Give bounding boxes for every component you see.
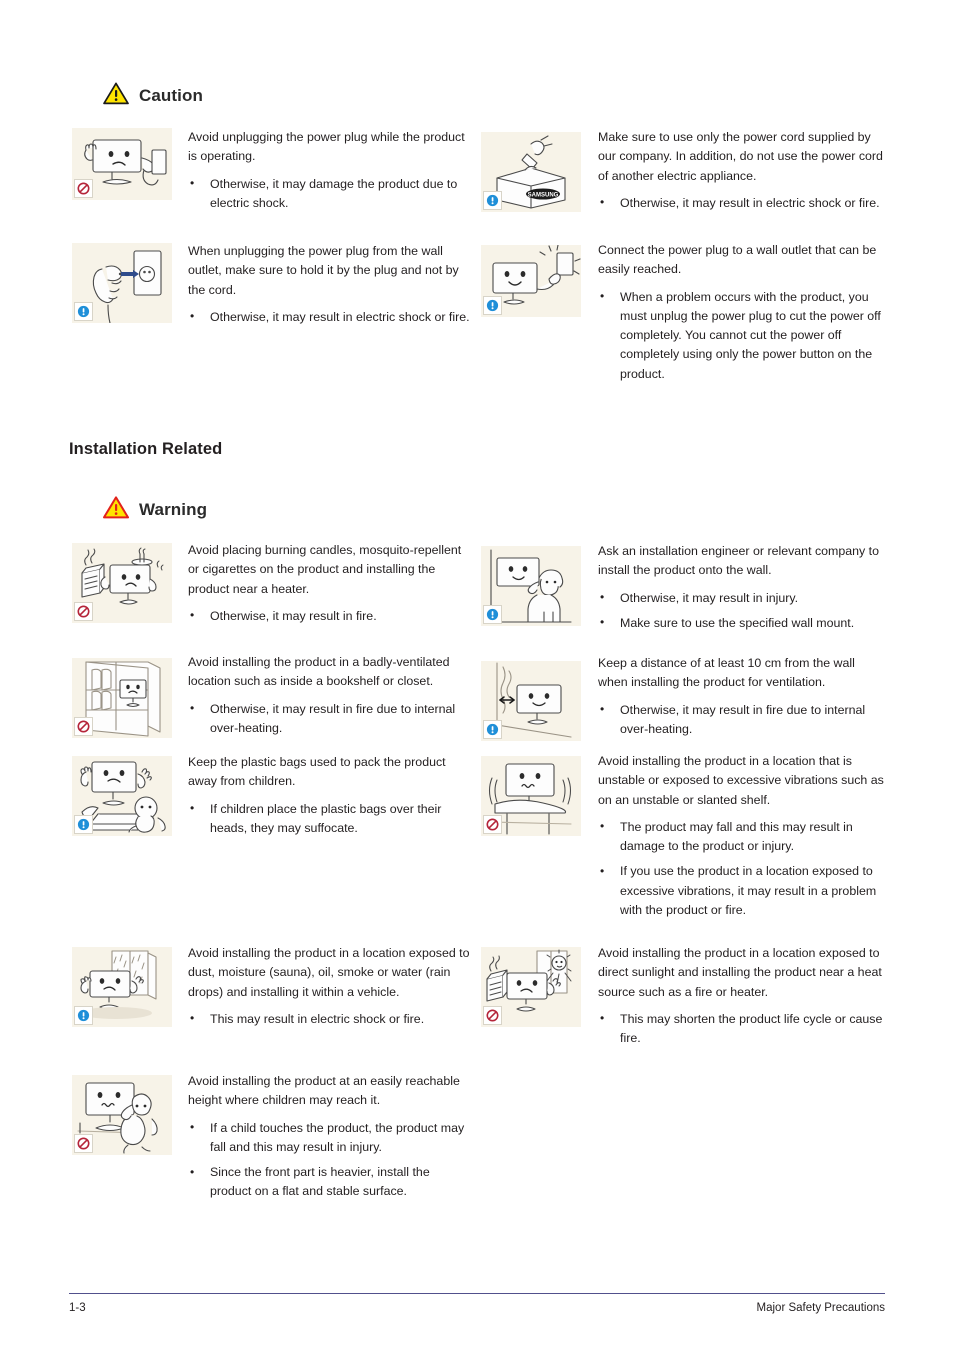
bullet-item: Otherwise, it may damage the product due…	[188, 174, 473, 214]
illustration-child-with-plastic-bags-and-monitor	[72, 756, 172, 836]
caution-heading: Caution	[103, 82, 203, 110]
warning-heading-label: Warning	[139, 500, 208, 519]
entry-text-w1: Avoid placing burning candles, mosquito-…	[188, 541, 473, 626]
illustration-monitor-plug-into-accessible-outlet	[481, 245, 581, 317]
mandatory-info-icon	[483, 720, 502, 739]
bullet-item: Otherwise, it may result in fire due to …	[188, 699, 473, 739]
illustration-monitor-near-rainy-window	[72, 947, 172, 1027]
entry-text-w3: Avoid installing the product in a badly-…	[188, 653, 473, 738]
illustration-monitor-unplugging-power-plug	[72, 128, 172, 200]
bullet-item: If a child touches the product, the prod…	[188, 1118, 473, 1158]
entry-body-w2: Ask an installation engineer or relevant…	[598, 544, 880, 578]
prohibition-icon	[74, 717, 93, 736]
entry-body-c3: Make sure to use only the power cord sup…	[598, 130, 883, 183]
bullet-item: When a problem occurs with the product, …	[598, 287, 884, 384]
illustration-hand-holding-plug-at-wall-outlet	[72, 243, 172, 323]
bullet-item: If you use the product in a location exp…	[598, 862, 884, 920]
illustration-power-cord-in-samsung-box: SAMSUNG	[481, 132, 581, 212]
prohibition-icon	[483, 815, 502, 834]
warning-triangle-yellow-icon	[103, 82, 129, 110]
warning-triangle-red-icon	[103, 496, 129, 524]
caution-heading-label: Caution	[139, 86, 203, 105]
entry-body-c2: When unplugging the power plug from the …	[188, 244, 459, 297]
entry-bullets-w9: If a child touches the product, the prod…	[188, 1118, 473, 1202]
prohibition-icon	[74, 1134, 93, 1153]
entry-text-c3: Make sure to use only the power cord sup…	[598, 128, 884, 213]
illustration-monitor-10cm-from-wall	[481, 661, 581, 741]
entry-bullets-w7: This may result in electric shock or fir…	[188, 1009, 473, 1029]
entry-body-w4: Keep a distance of at least 10 cm from t…	[598, 656, 855, 690]
entry-bullets-c2: Otherwise, it may result in electric sho…	[188, 307, 473, 327]
bullet-item: This may shorten the product life cycle …	[598, 1009, 884, 1049]
entry-bullets-w1: Otherwise, it may result in fire.	[188, 606, 473, 626]
entry-text-c2: When unplugging the power plug from the …	[188, 242, 473, 327]
illustration-child-reaching-monitor-on-table	[72, 1075, 172, 1155]
illustration-installer-mounting-monitor-on-wall	[481, 546, 581, 626]
prohibition-icon	[483, 1006, 502, 1025]
entry-bullets-c1: Otherwise, it may damage the product due…	[188, 174, 473, 214]
bullet-item: This may result in electric shock or fir…	[188, 1009, 473, 1029]
mandatory-info-icon	[483, 191, 502, 210]
entry-body-c4: Connect the power plug to a wall outlet …	[598, 243, 877, 277]
entry-bullets-w2: Otherwise, it may result in injury. Make…	[598, 588, 884, 634]
bullet-item: Make sure to use the specified wall moun…	[598, 613, 884, 633]
illustration-monitor-in-sunlight-near-heater	[481, 947, 581, 1027]
entry-body-w5: Keep the plastic bags used to pack the p…	[188, 755, 446, 789]
entry-bullets-w8: This may shorten the product life cycle …	[598, 1009, 884, 1049]
entry-body-w6: Avoid installing the product in a locati…	[598, 754, 884, 807]
entry-text-w6: Avoid installing the product in a locati…	[598, 752, 884, 920]
entry-text-w9: Avoid installing the product at an easil…	[188, 1072, 473, 1202]
warning-heading: Warning	[103, 496, 207, 524]
entry-bullets-c3: Otherwise, it may result in electric sho…	[598, 193, 884, 213]
illustration-monitor-near-heater-and-candle	[72, 543, 172, 623]
mandatory-info-icon	[483, 296, 502, 315]
entry-bullets-w6: The product may fall and this may result…	[598, 817, 884, 920]
entry-text-c1: Avoid unplugging the power plug while th…	[188, 128, 473, 213]
entry-text-w2: Ask an installation engineer or relevant…	[598, 542, 884, 633]
bullet-item: Otherwise, it may result in injury.	[598, 588, 884, 608]
footer-page-number: 1-3	[69, 1302, 86, 1314]
bullet-item: Otherwise, it may result in electric sho…	[598, 193, 884, 213]
bullet-item: Otherwise, it may result in fire.	[188, 606, 473, 626]
entry-body-w8: Avoid installing the product in a locati…	[598, 946, 882, 999]
prohibition-icon	[74, 602, 93, 621]
entry-bullets-w5: If children place the plastic bags over …	[188, 799, 473, 839]
entry-body-w9: Avoid installing the product at an easil…	[188, 1074, 460, 1108]
entry-body-w3: Avoid installing the product in a badly-…	[188, 655, 450, 689]
mandatory-info-icon	[483, 605, 502, 624]
bullet-item: Since the front part is heavier, install…	[188, 1163, 473, 1202]
svg-text:SAMSUNG: SAMSUNG	[528, 193, 559, 199]
manual-page: Caution Avoid unplugging the power plug …	[0, 0, 954, 1350]
mandatory-info-icon	[74, 302, 93, 321]
entry-body-w1: Avoid placing burning candles, mosquito-…	[188, 543, 462, 596]
entry-bullets-c4: When a problem occurs with the product, …	[598, 287, 884, 384]
entry-text-w7: Avoid installing the product in a locati…	[188, 944, 473, 1029]
entry-text-w8: Avoid installing the product in a locati…	[598, 944, 884, 1048]
footer-chapter-title: Major Safety Precautions	[756, 1302, 885, 1314]
illustration-monitor-on-unstable-shaking-table	[481, 756, 581, 836]
entry-bullets-w4: Otherwise, it may result in fire due to …	[598, 700, 884, 740]
entry-body-c1: Avoid unplugging the power plug while th…	[188, 130, 465, 164]
mandatory-info-icon	[74, 1006, 93, 1025]
entry-text-c4: Connect the power plug to a wall outlet …	[598, 241, 884, 384]
prohibition-icon	[74, 179, 93, 198]
bullet-item: Otherwise, it may result in electric sho…	[188, 307, 473, 327]
entry-body-w7: Avoid installing the product in a locati…	[188, 946, 470, 999]
bullet-item: If children place the plastic bags over …	[188, 799, 473, 839]
entry-text-w4: Keep a distance of at least 10 cm from t…	[598, 654, 884, 739]
bullet-item: Otherwise, it may result in fire due to …	[598, 700, 884, 740]
entry-bullets-w3: Otherwise, it may result in fire due to …	[188, 699, 473, 739]
illustration-monitor-inside-bookshelf	[72, 658, 172, 738]
footer-divider	[69, 1293, 885, 1294]
bullet-item: The product may fall and this may result…	[598, 817, 884, 857]
entry-text-w5: Keep the plastic bags used to pack the p…	[188, 753, 473, 838]
page-section-title: Installation Related	[69, 440, 223, 458]
mandatory-info-icon	[74, 815, 93, 834]
